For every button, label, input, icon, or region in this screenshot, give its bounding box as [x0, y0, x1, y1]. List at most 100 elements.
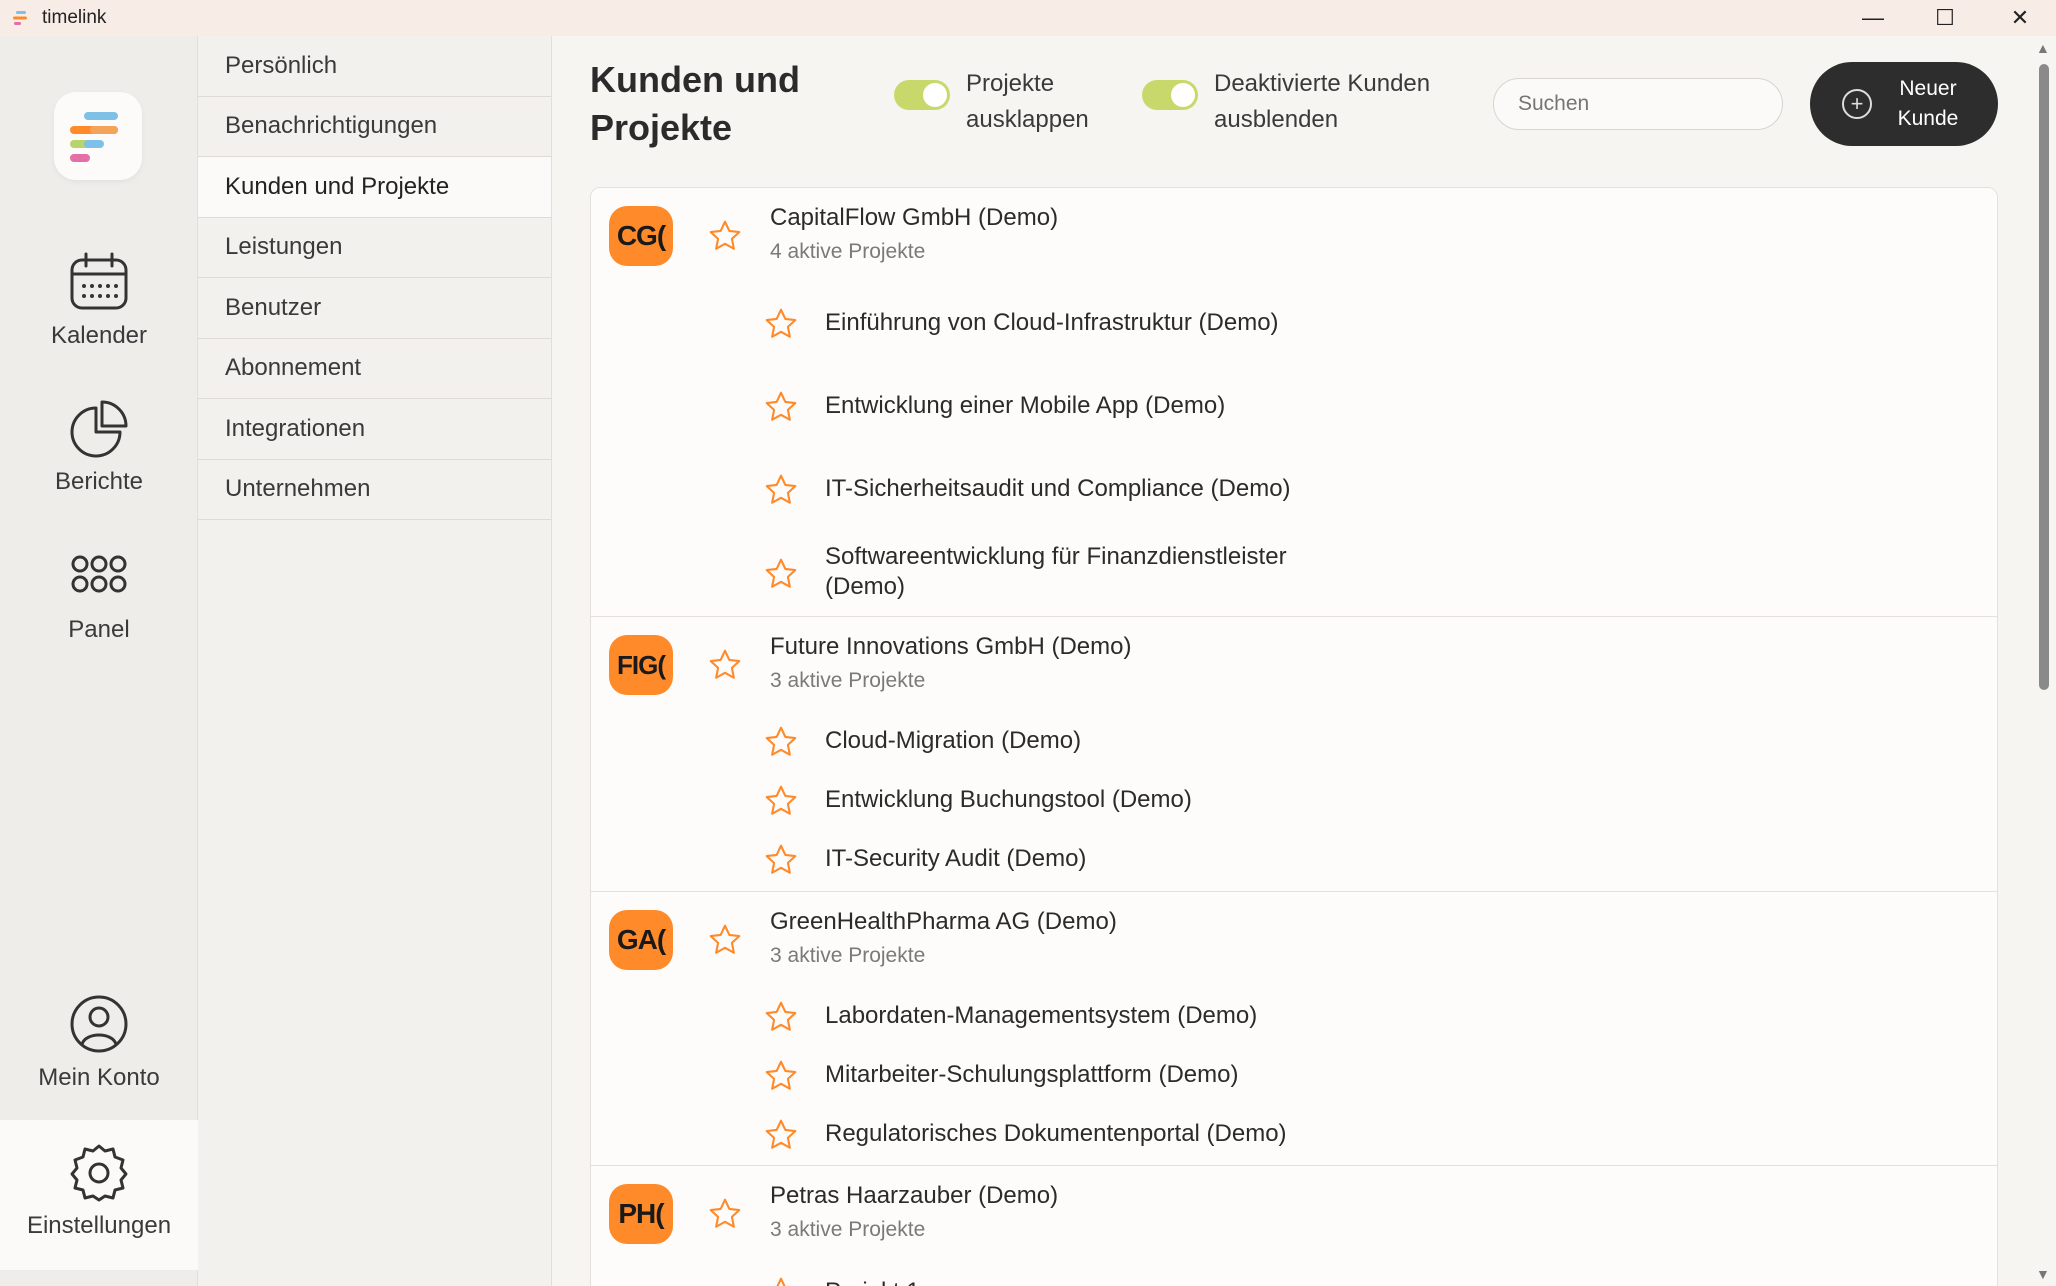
project-name: Entwicklung einer Mobile App (Demo) [825, 392, 1226, 419]
rail-item-reports[interactable]: Berichte [0, 398, 198, 538]
submenu-item-notifications[interactable]: Benachrichtigungen [198, 97, 551, 157]
customer-name: Petras Haarzauber (Demo) [770, 1182, 1059, 1209]
project-name: Entwicklung Buchungstool (Demo) [825, 786, 1192, 813]
app-logo [54, 92, 142, 180]
submenu-item-customers-projects[interactable]: Kunden und Projekte [198, 157, 551, 218]
favorite-star-icon[interactable] [763, 389, 799, 425]
gear-icon [70, 1144, 128, 1202]
title-bar: timelink — ☐ ✕ [0, 0, 2056, 36]
rail-label-calendar: Kalender [50, 322, 148, 349]
scroll-up-arrow-icon[interactable]: ▲ [2036, 40, 2050, 56]
customer-name: CapitalFlow GmbH (Demo) [770, 204, 1059, 231]
scroll-down-arrow-icon[interactable]: ▼ [2036, 1266, 2050, 1282]
project-name: Einführung von Cloud-Infrastruktur (Demo… [825, 309, 1279, 336]
favorite-star-icon[interactable] [707, 647, 743, 683]
favorite-star-icon[interactable] [707, 218, 743, 254]
submenu-item-integrations[interactable]: Integrationen [198, 399, 551, 460]
customer-avatar: CG( [609, 206, 673, 266]
rail-item-calendar[interactable]: Kalender [0, 252, 198, 392]
customer-avatar: GA( [609, 910, 673, 970]
project-row[interactable]: Mitarbeiter-Schulungsplattform (Demo) [591, 1055, 1991, 1095]
project-name: Projekt 1 [825, 1277, 1525, 1286]
favorite-star-icon[interactable] [763, 306, 799, 342]
project-row[interactable]: Labordaten-Managementsystem (Demo) [591, 996, 1991, 1036]
customer-row[interactable]: CG( CapitalFlow GmbH (Demo) 4 aktive Pro… [591, 188, 1997, 617]
project-row[interactable]: Projekt 1 [591, 1272, 1991, 1286]
search-input[interactable] [1493, 78, 1783, 130]
customer-avatar: PH( [609, 1184, 673, 1244]
expand-projects-label: Projekte ausklappen [966, 70, 1089, 133]
customer-avatar: FIG( [609, 635, 673, 695]
favorite-star-icon[interactable] [763, 724, 799, 760]
hide-inactive-label: Deaktivierte Kunden ausblenden [1214, 70, 1431, 133]
customer-row[interactable]: GA( GreenHealthPharma AG (Demo) 3 aktive… [591, 892, 1997, 1166]
rail-item-settings[interactable]: Einstellungen [0, 1120, 198, 1270]
toggle-hide-inactive[interactable]: Deaktivierte Kunden ausblenden [1142, 66, 1474, 138]
rail-label-reports: Berichte [54, 468, 144, 495]
navigation-rail: Kalender Berichte Panel Mein Konto Einst… [0, 36, 198, 1286]
customer-project-count: 3 aktive Projekte [770, 669, 926, 692]
project-name: Cloud-Migration (Demo) [825, 727, 1082, 754]
project-row[interactable]: Entwicklung einer Mobile App (Demo) [591, 386, 1991, 426]
submenu-item-subscription[interactable]: Abonnement [198, 339, 551, 399]
submenu-item-services[interactable]: Leistungen [198, 218, 551, 278]
favorite-star-icon[interactable] [763, 842, 799, 878]
hide-inactive-switch[interactable] [1142, 80, 1198, 110]
submenu-item-personal[interactable]: Persönlich [198, 36, 551, 97]
project-row[interactable]: IT-Security Audit (Demo) [591, 839, 1991, 879]
page-title: Kunden und Projekte [590, 59, 800, 148]
project-name: Regulatorisches Dokumentenportal (Demo) [825, 1120, 1287, 1147]
customer-project-count: 3 aktive Projekte [770, 944, 926, 967]
pie-chart-icon [70, 400, 128, 458]
project-row[interactable]: Entwicklung Buchungstool (Demo) [591, 780, 1991, 820]
rail-item-panel[interactable]: Panel [0, 546, 198, 686]
user-icon [70, 995, 128, 1053]
app-logo-icon [13, 11, 27, 25]
project-row[interactable]: Regulatorisches Dokumentenportal (Demo) [591, 1114, 1991, 1154]
customer-project-count: 3 aktive Projekte [770, 1218, 926, 1241]
project-row[interactable]: Einführung von Cloud-Infrastruktur (Demo… [591, 303, 1991, 343]
new-customer-label: Neuer Kunde [1897, 77, 1959, 130]
favorite-star-icon[interactable] [763, 783, 799, 819]
favorite-star-icon[interactable] [707, 1196, 743, 1232]
settings-submenu: Persönlich Benachrichtigungen Kunden und… [198, 36, 552, 1286]
timelink-logo-icon [70, 112, 118, 162]
favorite-star-icon[interactable] [763, 472, 799, 508]
customer-row[interactable]: PH( Petras Haarzauber (Demo) 3 aktive Pr… [591, 1166, 1997, 1286]
close-button[interactable]: ✕ [1985, 0, 2055, 36]
maximize-button[interactable]: ☐ [1910, 0, 1980, 36]
app-name: timelink [42, 7, 107, 28]
expand-projects-switch[interactable] [894, 80, 950, 110]
favorite-star-icon[interactable] [763, 1058, 799, 1094]
favorite-star-icon[interactable] [707, 922, 743, 958]
new-customer-button[interactable]: + Neuer Kunde [1810, 62, 1998, 146]
project-name: Softwareentwicklung für Finanzdienstleis… [825, 543, 1287, 600]
project-row[interactable]: Softwareentwicklung für Finanzdienstleis… [591, 534, 1991, 614]
submenu-item-company[interactable]: Unternehmen [198, 460, 551, 520]
project-name: IT-Security Audit (Demo) [825, 845, 1087, 872]
customer-project-count: 4 aktive Projekte [770, 240, 926, 263]
customer-name: Future Innovations GmbH (Demo) [770, 633, 1132, 660]
rail-label-settings: Einstellungen [26, 1212, 172, 1239]
customer-row[interactable]: FIG( Future Innovations GmbH (Demo) 3 ak… [591, 617, 1997, 892]
favorite-star-icon[interactable] [763, 1275, 799, 1286]
favorite-star-icon[interactable] [763, 1117, 799, 1153]
rail-item-account[interactable]: Mein Konto [0, 994, 198, 1134]
rail-label-account: Mein Konto [38, 1064, 160, 1091]
project-row[interactable]: Cloud-Migration (Demo) [591, 721, 1991, 761]
submenu-item-users[interactable]: Benutzer [198, 278, 551, 339]
project-name: Labordaten-Managementsystem (Demo) [825, 1002, 1258, 1029]
rail-label-panel: Panel [68, 616, 130, 643]
project-name: IT-Sicherheitsaudit und Compliance (Demo… [825, 475, 1291, 502]
customer-list: CG( CapitalFlow GmbH (Demo) 4 aktive Pro… [590, 187, 1998, 1286]
project-row[interactable]: IT-Sicherheitsaudit und Compliance (Demo… [591, 469, 1991, 509]
toggle-expand-projects[interactable]: Projekte ausklappen [894, 66, 1106, 138]
scrollbar-thumb[interactable] [2039, 64, 2049, 690]
calendar-icon [70, 252, 128, 310]
grid-icon [71, 555, 127, 593]
favorite-star-icon[interactable] [763, 556, 799, 592]
plus-icon: + [1842, 89, 1872, 119]
favorite-star-icon[interactable] [763, 999, 799, 1035]
main-content: Kunden und Projekte Projekte ausklappen … [552, 36, 2036, 1286]
minimize-button[interactable]: — [1838, 0, 1908, 36]
